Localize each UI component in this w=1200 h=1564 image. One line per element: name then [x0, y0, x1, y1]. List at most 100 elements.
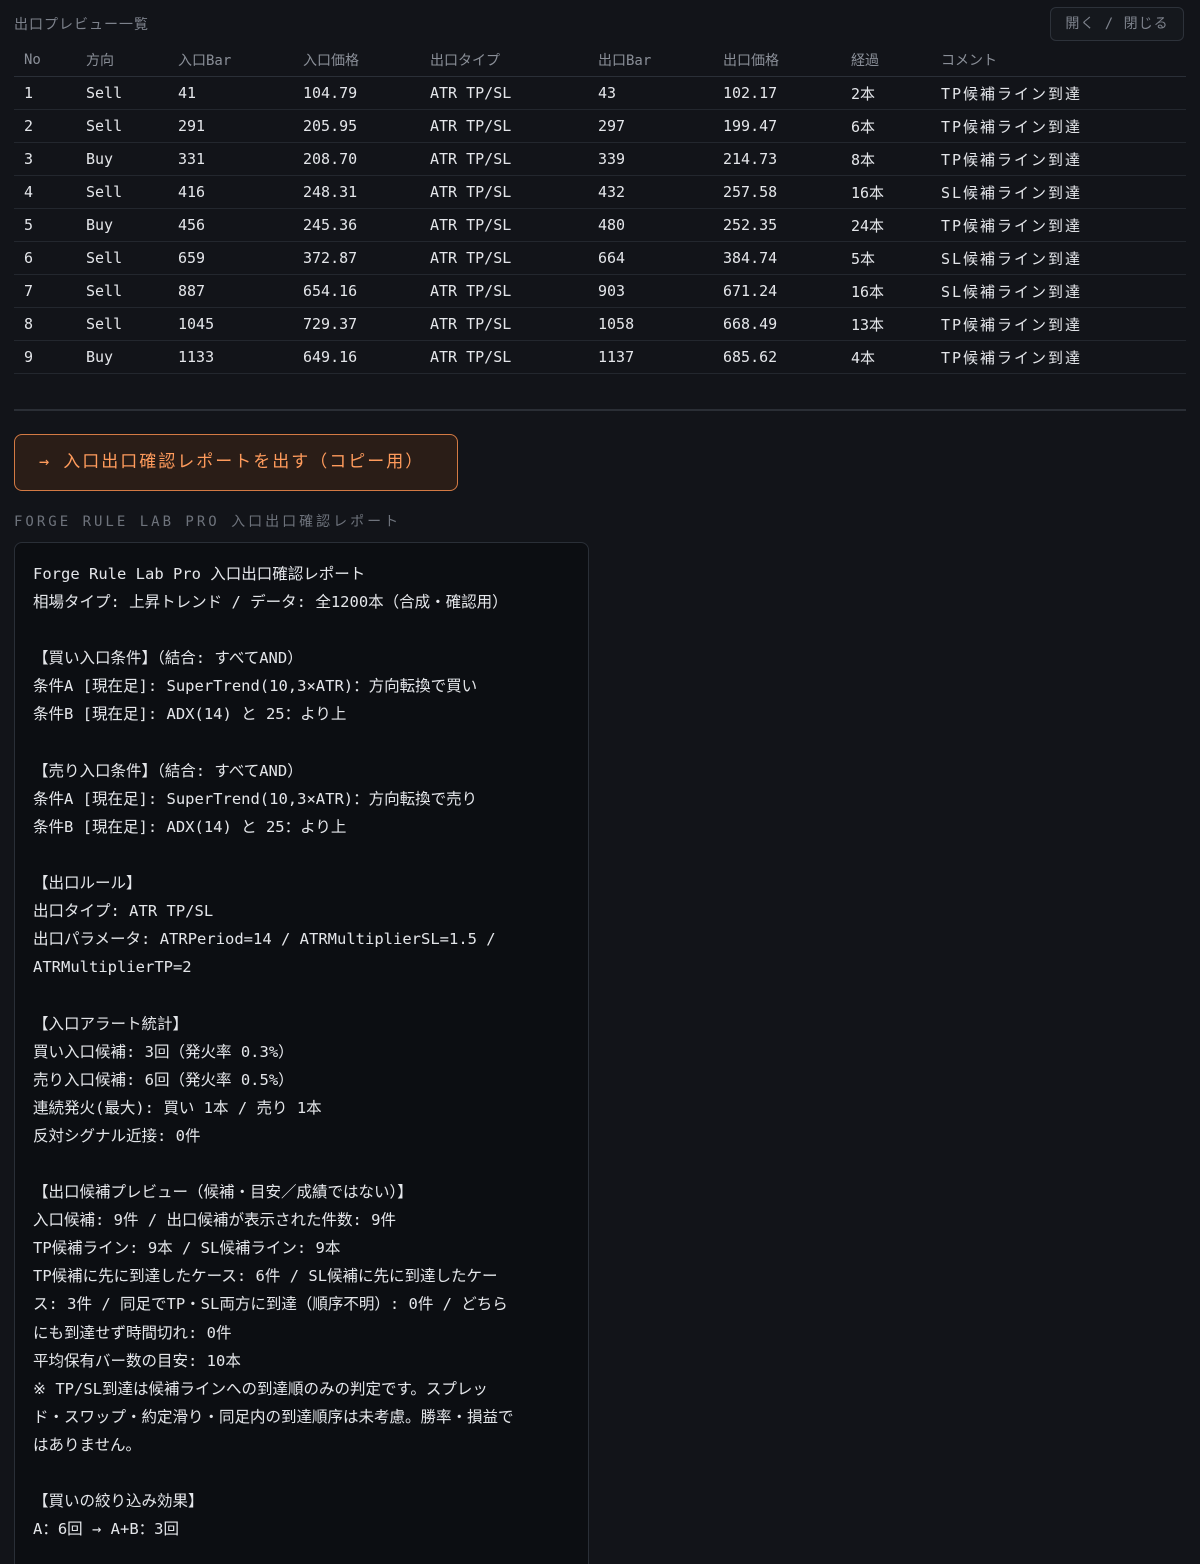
report-line: はありません。	[33, 1435, 142, 1454]
report-line: 売り入口候補: 6回（発火率 0.5%）	[33, 1070, 294, 1089]
cell-elapsed: 24本	[841, 208, 931, 242]
report-line: 条件A [現在足]: SuperTrend(10,3×ATR)：方向転換で売り	[33, 789, 478, 808]
cell-comment: TP候補ライン到達	[931, 76, 1186, 110]
cell-exit-type: ATR TP/SL	[420, 340, 588, 374]
report-line: 【入口アラート統計】	[33, 1014, 189, 1033]
cell-exit-bar: 480	[588, 208, 713, 242]
cell-no: 9	[14, 340, 76, 374]
report-line: 【買い入口条件】（結合: すべてAND）	[33, 649, 303, 668]
cell-exit-bar: 903	[588, 274, 713, 308]
cell-exit-type: ATR TP/SL	[420, 109, 588, 143]
column-header-entry-price: 入口価格	[293, 43, 420, 77]
cell-elapsed: 16本	[841, 175, 931, 209]
report-line	[33, 1459, 572, 1487]
cell-comment: TP候補ライン到達	[931, 307, 1186, 341]
table-row: 2 Sell 291 205.95 ATR TP/SL 297 199.47 6…	[14, 109, 1186, 143]
cell-comment: TP候補ライン到達	[931, 208, 1186, 242]
cell-comment: TP候補ライン到達	[931, 340, 1186, 374]
cell-exit-price: 214.73	[713, 142, 841, 176]
cell-exit-bar: 432	[588, 175, 713, 209]
cell-no: 3	[14, 142, 76, 176]
cell-exit-price: 668.49	[713, 307, 841, 341]
cell-entry-price: 372.87	[293, 241, 420, 275]
panel-title: 出口プレビュー一覧	[14, 17, 149, 33]
report-line: ス: 3件 / 同足でTP・SL両方に到達（順序不明）: 0件 / どちら	[33, 1295, 508, 1314]
arrow-right-icon: →	[39, 452, 52, 472]
cell-exit-price: 257.58	[713, 175, 841, 209]
report-line: Forge Rule Lab Pro 入口出口確認レポート	[33, 565, 366, 583]
report-line: TP候補ライン: 9本 / SL候補ライン: 9本	[33, 1239, 341, 1258]
cell-no: 1	[14, 76, 76, 110]
table-row: 8 Sell 1045 729.37 ATR TP/SL 1058 668.49…	[14, 307, 1186, 341]
cell-entry-price: 205.95	[293, 109, 420, 143]
cell-elapsed: 8本	[841, 142, 931, 176]
report-line	[33, 1150, 572, 1178]
report-line: 入口候補: 9件 / 出口候補が表示された件数: 9件	[33, 1211, 396, 1230]
table-row: 4 Sell 416 248.31 ATR TP/SL 432 257.58 1…	[14, 175, 1186, 209]
table-row: 3 Buy 331 208.70 ATR TP/SL 339 214.73 8本…	[14, 142, 1186, 176]
cell-exit-price: 384.74	[713, 241, 841, 275]
report-line	[33, 981, 572, 1009]
report-line: 連続発火(最大): 買い 1本 / 売り 1本	[33, 1098, 322, 1117]
report-line: 出口タイプ: ATR TP/SL	[33, 902, 214, 921]
report-line: 【買いの絞り込み効果】	[33, 1492, 204, 1511]
cell-exit-type: ATR TP/SL	[420, 76, 588, 110]
report-line: 条件B [現在足]: ADX(14) と 25：より上	[33, 705, 347, 724]
cell-entry-price: 654.16	[293, 274, 420, 308]
report-line: 【売り入口条件】（結合: すべてAND）	[33, 761, 303, 780]
section-divider	[14, 409, 1186, 411]
table-row: 7 Sell 887 654.16 ATR TP/SL 903 671.24 1…	[14, 274, 1186, 308]
cell-direction: Buy	[76, 142, 168, 176]
cell-comment: TP候補ライン到達	[931, 109, 1186, 143]
cell-exit-bar: 1137	[588, 340, 713, 374]
table-row: 6 Sell 659 372.87 ATR TP/SL 664 384.74 5…	[14, 241, 1186, 275]
table-row: 1 Sell 41 104.79 ATR TP/SL 43 102.17 2本 …	[14, 76, 1186, 110]
cell-entry-bar: 41	[168, 76, 293, 110]
cell-entry-price: 104.79	[293, 76, 420, 110]
cell-exit-bar: 339	[588, 142, 713, 176]
report-line: ド・スワップ・約定滑り・同足内の到達順序は未考慮。勝率・損益で	[33, 1407, 514, 1426]
column-header-exit-price: 出口価格	[713, 43, 841, 77]
cell-entry-bar: 887	[168, 274, 293, 308]
report-line: TP候補に先に到達したケース: 6件 / SL候補に先に到達したケー	[33, 1267, 498, 1286]
cell-comment: SL候補ライン到達	[931, 241, 1186, 275]
exit-preview-page: 出口プレビュー一覧 開く / 閉じる No 方向 入口Bar 入口価格 出口タイ…	[0, 0, 1200, 1564]
cell-exit-price: 671.24	[713, 274, 841, 308]
column-header-exit-bar: 出口Bar	[588, 43, 713, 77]
report-line: 【出口候補プレビュー（候補・目安／成績ではない）】	[33, 1183, 413, 1202]
report-line: 条件B [現在足]: ADX(14) と 25：より上	[33, 817, 347, 836]
cell-direction: Buy	[76, 208, 168, 242]
column-header-elapsed: 経過	[841, 43, 931, 77]
report-output[interactable]: Forge Rule Lab Pro 入口出口確認レポート 相場タイプ: 上昇ト…	[14, 542, 589, 1564]
generate-report-button[interactable]: → 入口出口確認レポートを出す（コピー用）	[14, 434, 458, 491]
cell-direction: Sell	[76, 109, 168, 143]
cell-entry-price: 245.36	[293, 208, 420, 242]
cell-entry-bar: 416	[168, 175, 293, 209]
cell-elapsed: 5本	[841, 241, 931, 275]
cell-exit-type: ATR TP/SL	[420, 208, 588, 242]
generate-report-label: 入口出口確認レポートを出す（コピー用）	[63, 452, 425, 472]
cell-entry-price: 649.16	[293, 340, 420, 374]
cell-elapsed: 6本	[841, 109, 931, 143]
cell-no: 7	[14, 274, 76, 308]
report-line: A：6回 → A+B：3回	[33, 1520, 179, 1539]
report-line: ATRMultiplierTP=2	[33, 958, 192, 977]
cell-direction: Sell	[76, 274, 168, 308]
cell-no: 6	[14, 241, 76, 275]
cell-entry-bar: 291	[168, 109, 293, 143]
report-line: 買い入口候補: 3回（発火率 0.3%）	[33, 1042, 294, 1061]
cell-entry-price: 729.37	[293, 307, 420, 341]
cell-exit-price: 102.17	[713, 76, 841, 110]
cell-no: 4	[14, 175, 76, 209]
toggle-button[interactable]: 開く / 閉じる	[1050, 7, 1184, 41]
cell-exit-price: 685.62	[713, 340, 841, 374]
cell-direction: Sell	[76, 241, 168, 275]
cell-entry-bar: 1045	[168, 307, 293, 341]
column-header-direction: 方向	[76, 43, 168, 77]
column-header-exit-type: 出口タイプ	[420, 43, 588, 77]
cell-exit-bar: 43	[588, 76, 713, 110]
report-line: にも到達せず時間切れ: 0件	[33, 1323, 232, 1342]
cell-comment: TP候補ライン到達	[931, 142, 1186, 176]
column-header-no: No	[14, 43, 76, 77]
cell-direction: Sell	[76, 76, 168, 110]
